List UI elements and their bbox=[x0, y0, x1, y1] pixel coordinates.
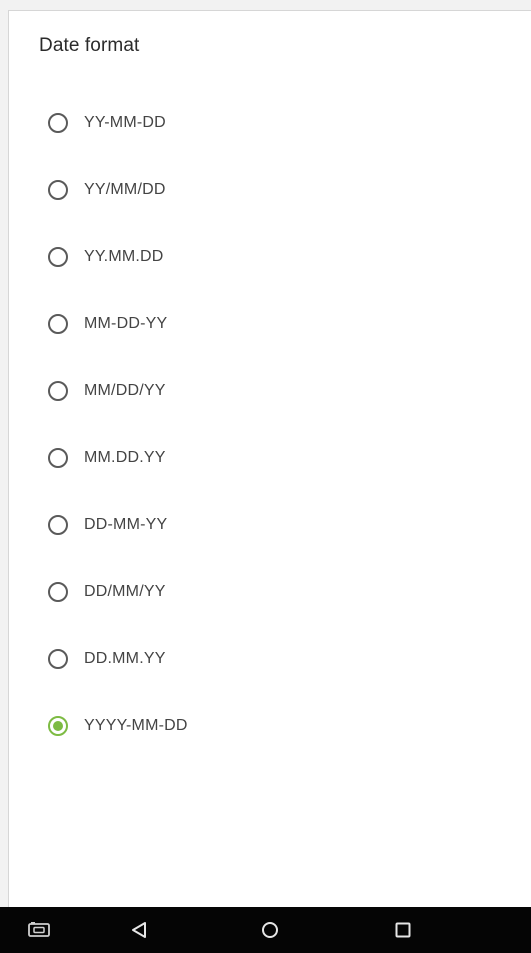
back-icon bbox=[130, 920, 150, 940]
radio-button[interactable] bbox=[48, 179, 68, 200]
recents-button[interactable] bbox=[373, 907, 433, 953]
option-label: MM.DD.YY bbox=[84, 448, 166, 466]
screen: Date format YY-MM-DD YY/MM/DD YY.MM.DD M… bbox=[0, 0, 531, 953]
dialog-title: Date format bbox=[39, 35, 140, 56]
radio-button[interactable] bbox=[48, 313, 68, 334]
option-dd-mm-yy[interactable]: DD-MM-YY bbox=[9, 491, 531, 558]
option-yy-dot-mm-dot-dd[interactable]: YY.MM.DD bbox=[9, 223, 531, 290]
option-mm-dot-dd-dot-yy[interactable]: MM.DD.YY bbox=[9, 424, 531, 491]
option-yy-slash-mm-slash-dd[interactable]: YY/MM/DD bbox=[9, 156, 531, 223]
option-dd-dot-mm-dot-yy[interactable]: DD.MM.YY bbox=[9, 625, 531, 692]
option-label: YY.MM.DD bbox=[84, 247, 164, 265]
recents-icon bbox=[393, 920, 413, 940]
back-button[interactable] bbox=[110, 907, 170, 953]
radio-button[interactable] bbox=[48, 380, 68, 401]
radio-button[interactable] bbox=[48, 648, 68, 669]
option-mm-slash-dd-slash-yy[interactable]: MM/DD/YY bbox=[9, 357, 531, 424]
date-format-options: YY-MM-DD YY/MM/DD YY.MM.DD MM-DD-YY MM/D… bbox=[9, 89, 531, 759]
option-label: MM-DD-YY bbox=[84, 314, 168, 332]
navigation-bar bbox=[0, 907, 531, 953]
option-label: YYYY-MM-DD bbox=[84, 716, 188, 734]
screenshot-icon bbox=[27, 921, 51, 939]
radio-button-selected[interactable] bbox=[48, 715, 68, 736]
option-label: DD-MM-YY bbox=[84, 515, 168, 533]
radio-button[interactable] bbox=[48, 246, 68, 267]
option-label: YY/MM/DD bbox=[84, 180, 166, 198]
date-format-dialog: Date format YY-MM-DD YY/MM/DD YY.MM.DD M… bbox=[8, 10, 531, 907]
option-yy-mm-dd[interactable]: YY-MM-DD bbox=[9, 89, 531, 156]
radio-button[interactable] bbox=[48, 514, 68, 535]
option-label: MM/DD/YY bbox=[84, 381, 166, 399]
option-label: DD.MM.YY bbox=[84, 649, 166, 667]
radio-button[interactable] bbox=[48, 112, 68, 133]
radio-button[interactable] bbox=[48, 581, 68, 602]
option-yyyy-mm-dd[interactable]: YYYY-MM-DD bbox=[9, 692, 531, 759]
radio-button[interactable] bbox=[48, 447, 68, 468]
option-label: YY-MM-DD bbox=[84, 113, 166, 131]
option-dd-slash-mm-slash-yy[interactable]: DD/MM/YY bbox=[9, 558, 531, 625]
option-label: DD/MM/YY bbox=[84, 582, 166, 600]
screenshot-button[interactable] bbox=[9, 907, 69, 953]
option-mm-dd-yy[interactable]: MM-DD-YY bbox=[9, 290, 531, 357]
home-icon bbox=[260, 920, 280, 940]
home-button[interactable] bbox=[240, 907, 300, 953]
